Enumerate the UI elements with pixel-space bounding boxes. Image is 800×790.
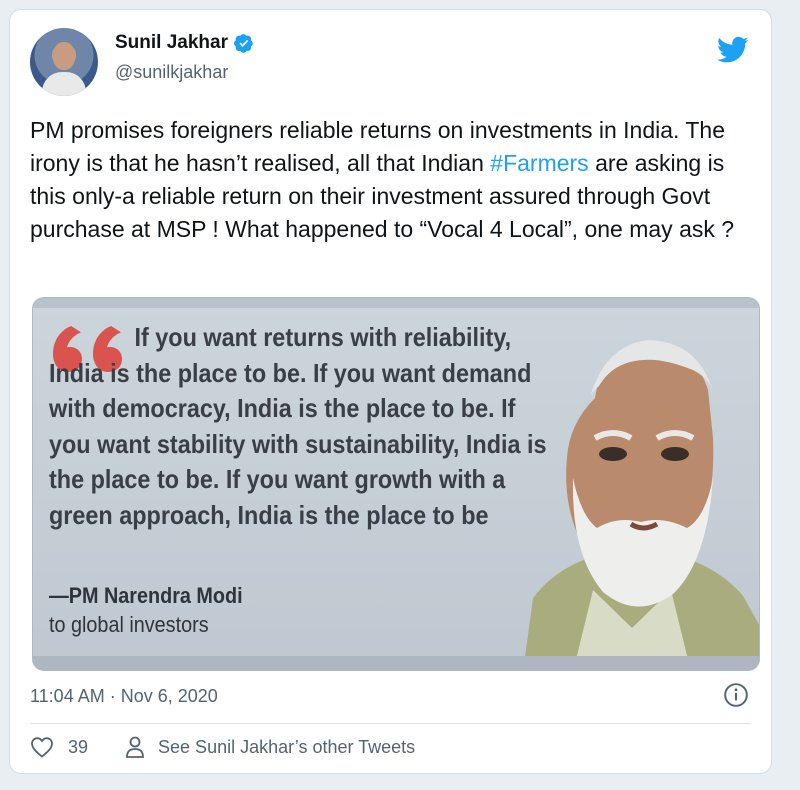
person-icon bbox=[126, 736, 144, 758]
like-count: 39 bbox=[68, 736, 89, 757]
tweet-card: Sunil Jakhar @sunilkjakhar PM promises f… bbox=[9, 9, 772, 774]
like-button[interactable]: 39 bbox=[30, 736, 88, 758]
twitter-bird-icon[interactable] bbox=[717, 36, 749, 64]
avatar-shirt bbox=[42, 72, 86, 96]
hashtag-link[interactable]: #Farmers bbox=[490, 150, 588, 176]
quote-text: If you want returns with reliability, In… bbox=[49, 322, 547, 530]
newspaper-edge-top bbox=[33, 298, 759, 308]
quote-attribution-sub: to global investors bbox=[49, 612, 209, 637]
author-name[interactable]: Sunil Jakhar bbox=[115, 32, 228, 54]
tweet-timestamp[interactable]: 11:04 AM · Nov 6, 2020 bbox=[30, 686, 218, 707]
tweet-text: PM promises foreigners reliable returns … bbox=[30, 114, 752, 246]
tweet-media-image[interactable]: If you want returns with reliability, In… bbox=[32, 297, 760, 671]
quote-attribution: —PM Narendra Modi bbox=[49, 583, 243, 608]
newspaper-edge-bottom bbox=[33, 656, 759, 670]
other-tweets-label: See Sunil Jakhar’s other Tweets bbox=[158, 736, 416, 757]
author-handle[interactable]: @sunilkjakhar bbox=[115, 62, 228, 83]
avatar[interactable] bbox=[30, 28, 98, 96]
avatar-face bbox=[53, 42, 75, 70]
heart-icon bbox=[31, 737, 53, 758]
info-icon[interactable] bbox=[723, 682, 749, 708]
author-name-row[interactable]: Sunil Jakhar bbox=[115, 32, 254, 54]
tweet-actions: 39 See Sunil Jakhar’s other Tweets bbox=[30, 735, 415, 759]
portrait-image bbox=[523, 340, 759, 670]
other-tweets-link[interactable]: See Sunil Jakhar’s other Tweets bbox=[124, 735, 415, 759]
verified-badge-icon bbox=[234, 34, 253, 53]
divider bbox=[30, 723, 751, 724]
